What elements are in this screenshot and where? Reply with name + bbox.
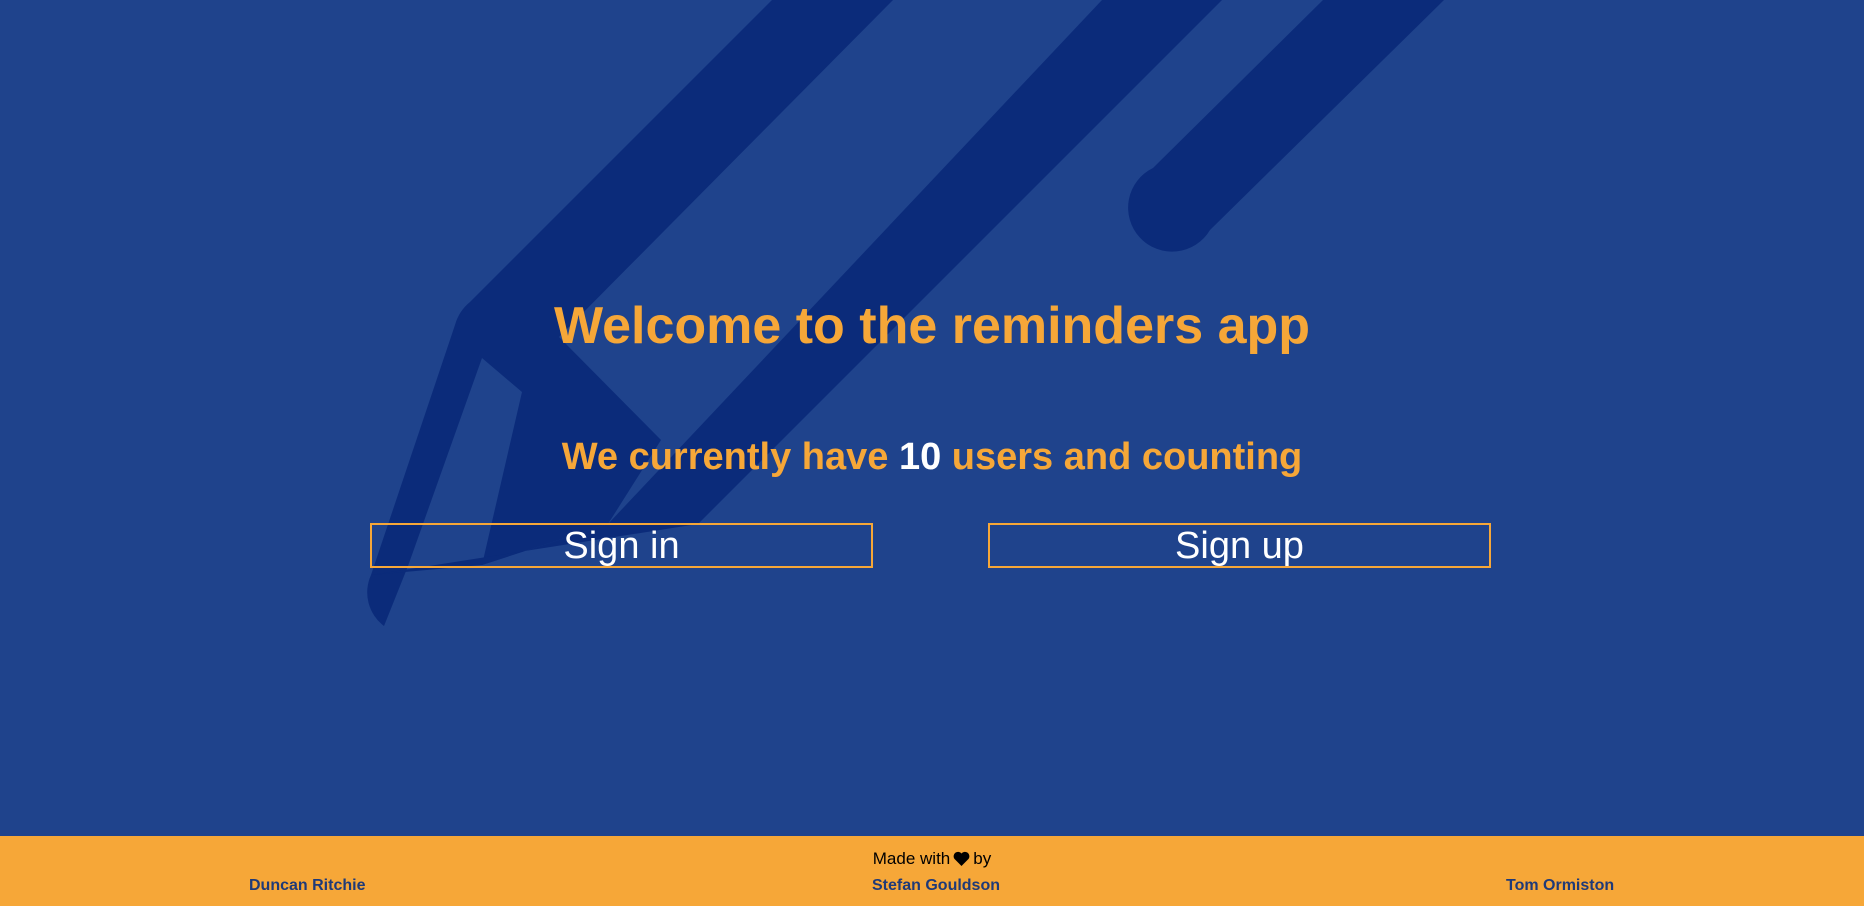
made-with-credit: Made with by xyxy=(0,848,1864,872)
user-count: 10 xyxy=(898,436,942,478)
user-count-message: We currently have 10 users and counting xyxy=(0,432,1864,482)
sign-up-button[interactable]: Sign up xyxy=(988,523,1491,568)
author-link-duncan-ritchie[interactable]: Duncan Ritchie xyxy=(249,876,365,896)
sign-in-button[interactable]: Sign in xyxy=(370,523,873,568)
subtitle-suffix: users and counting xyxy=(951,436,1303,478)
heart-icon xyxy=(953,850,970,872)
author-link-stefan-gouldson[interactable]: Stefan Gouldson xyxy=(872,876,1000,896)
made-with-prefix: Made with xyxy=(872,849,951,868)
author-link-tom-ormiston[interactable]: Tom Ormiston xyxy=(1506,876,1614,896)
main-content: Welcome to the reminders app We currentl… xyxy=(0,0,1864,836)
footer: Made with by Duncan Ritchie Stefan Goulds… xyxy=(0,836,1864,906)
subtitle-prefix: We currently have xyxy=(561,436,889,478)
made-with-suffix: by xyxy=(973,849,992,868)
page-title: Welcome to the reminders app xyxy=(553,297,1311,355)
